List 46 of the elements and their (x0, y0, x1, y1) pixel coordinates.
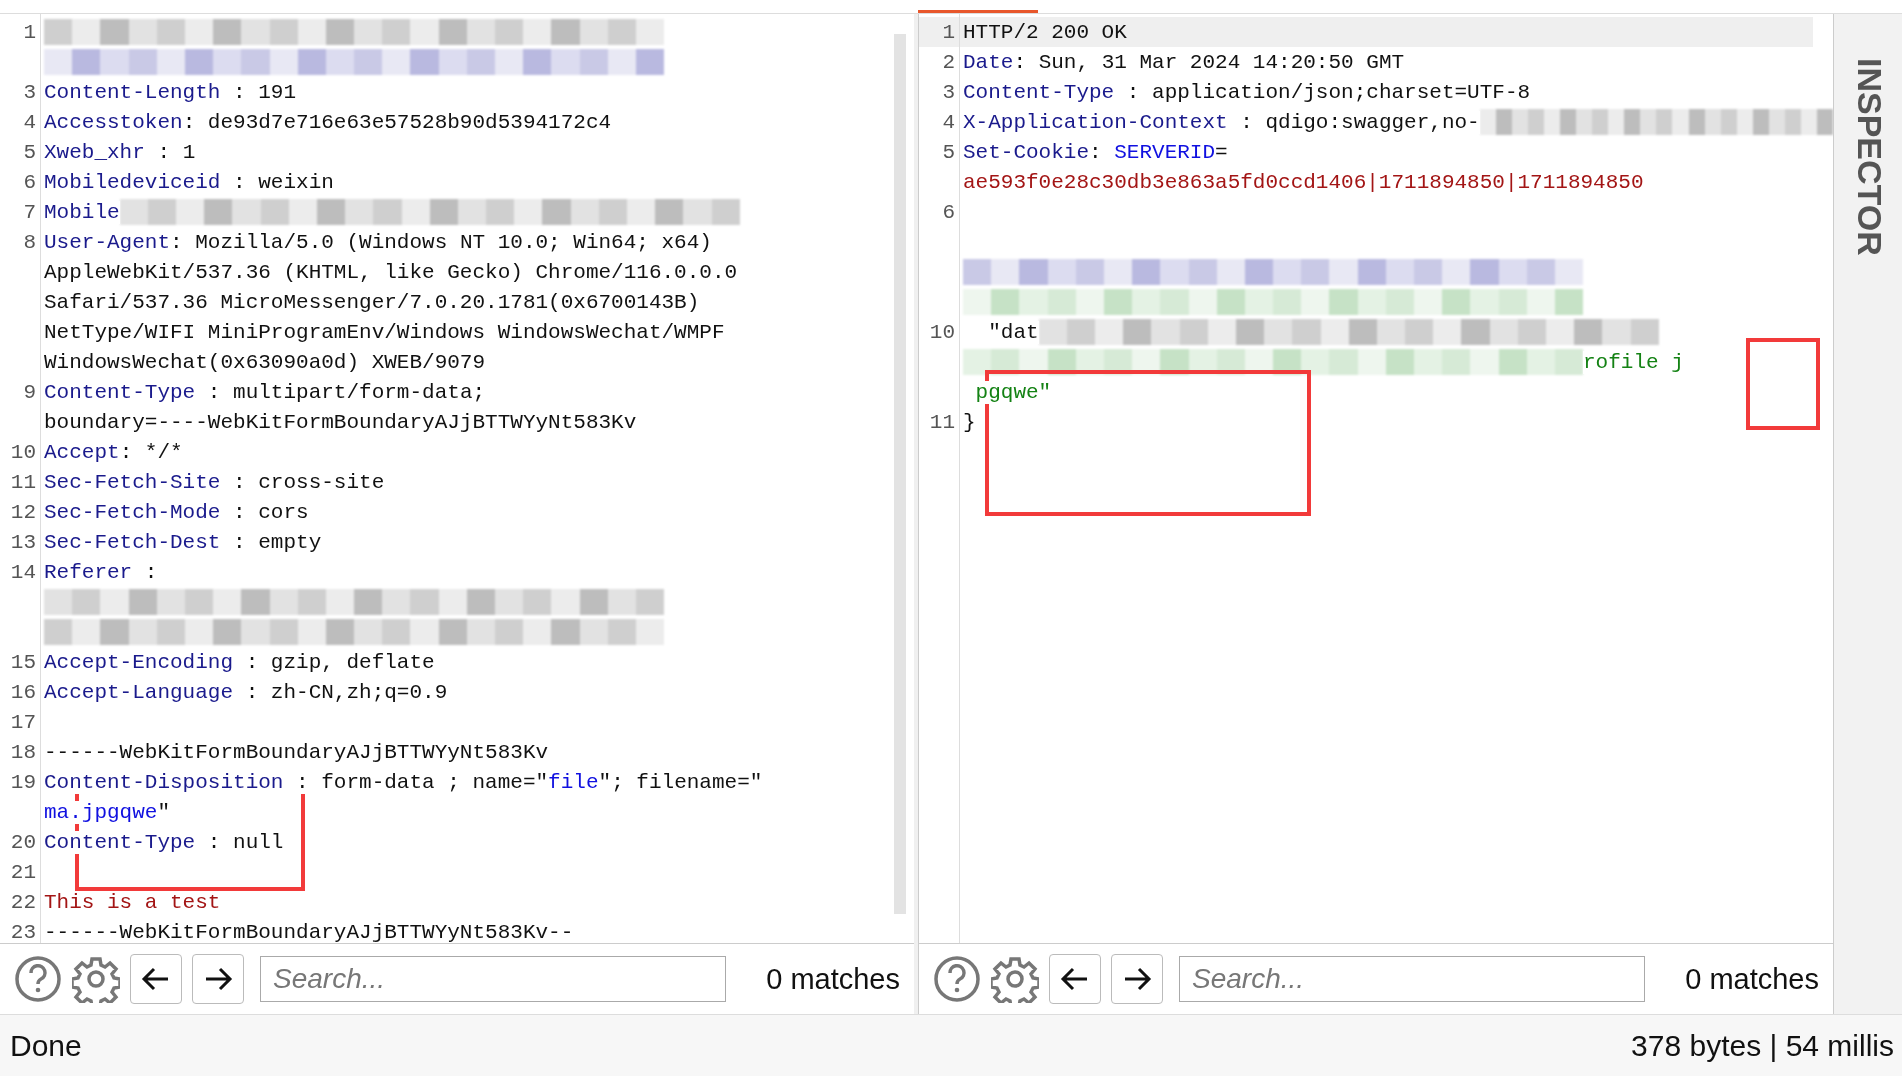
line-number: 23 (9, 920, 37, 943)
line-number: 2 (941, 50, 956, 74)
inspector-tab[interactable]: INSPECTOR (1849, 58, 1889, 268)
line-number: 5 (941, 140, 956, 164)
line-number: 12 (9, 500, 37, 524)
line-number: 1 (941, 20, 956, 44)
line-number: 5 (22, 140, 37, 164)
line-number: 7 (22, 200, 37, 224)
line-number: 10 (928, 320, 956, 344)
line-number: 9 (22, 380, 37, 404)
line-number: 15 (9, 650, 37, 674)
forward-button[interactable] (192, 954, 244, 1004)
line-number: 4 (22, 110, 37, 134)
line-number: 22 (9, 890, 37, 914)
response-stats: 378 bytes | 54 millis (1631, 1028, 1894, 1063)
status-text: Done (10, 1028, 82, 1063)
back-button[interactable] (1049, 954, 1101, 1004)
line-number: 17 (9, 710, 37, 734)
line-number: 1 (22, 20, 37, 44)
line-number: 3 (941, 80, 956, 104)
line-number: 13 (9, 530, 37, 554)
search-field[interactable]: Search... (260, 956, 726, 1002)
settings-icon[interactable] (72, 955, 120, 1003)
back-button[interactable] (130, 954, 182, 1004)
line-number: 6 (941, 200, 956, 224)
line-number: 10 (9, 440, 37, 464)
line-number: 19 (9, 770, 37, 794)
line-number: 11 (9, 470, 37, 494)
line-number: 6 (22, 170, 37, 194)
line-number: 11 (928, 410, 956, 434)
search-field[interactable]: Search... (1179, 956, 1645, 1002)
line-number: 4 (941, 110, 956, 134)
match-count: 0 matches (1685, 962, 1819, 996)
line-number: 8 (22, 230, 37, 254)
line-number: 20 (9, 830, 37, 854)
forward-button[interactable] (1111, 954, 1163, 1004)
line-number: 14 (9, 560, 37, 584)
scrollbar[interactable] (894, 34, 906, 914)
line-number: 18 (9, 740, 37, 764)
help-icon[interactable] (14, 955, 62, 1003)
help-icon[interactable] (933, 955, 981, 1003)
settings-icon[interactable] (991, 955, 1039, 1003)
line-number: 16 (9, 680, 37, 704)
line-number: 3 (22, 80, 37, 104)
match-count: 0 matches (766, 962, 900, 996)
line-number: 21 (9, 860, 37, 884)
